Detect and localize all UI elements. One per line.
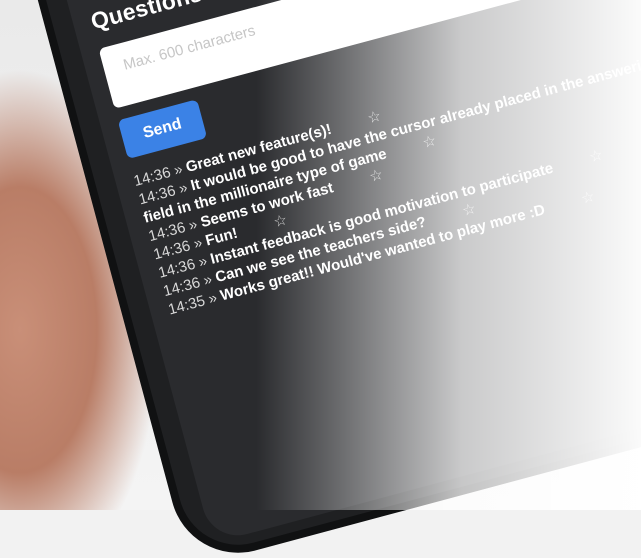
star-icon[interactable]: ☆ (587, 146, 604, 166)
feedback-panel: Questions or comments Max. 600 character… (85, 0, 641, 319)
send-button[interactable]: Send (117, 99, 208, 160)
message-separator: » (201, 270, 215, 290)
star-icon[interactable]: ☆ (579, 188, 596, 208)
star-icon[interactable]: ☆ (421, 132, 438, 152)
message-separator: » (206, 289, 219, 308)
message-separator: » (176, 179, 190, 198)
message-separator: » (191, 234, 205, 253)
message-separator: » (172, 160, 185, 180)
star-icon[interactable]: ☆ (367, 166, 384, 186)
message-separator: » (196, 252, 210, 272)
message-separator: » (186, 215, 200, 235)
